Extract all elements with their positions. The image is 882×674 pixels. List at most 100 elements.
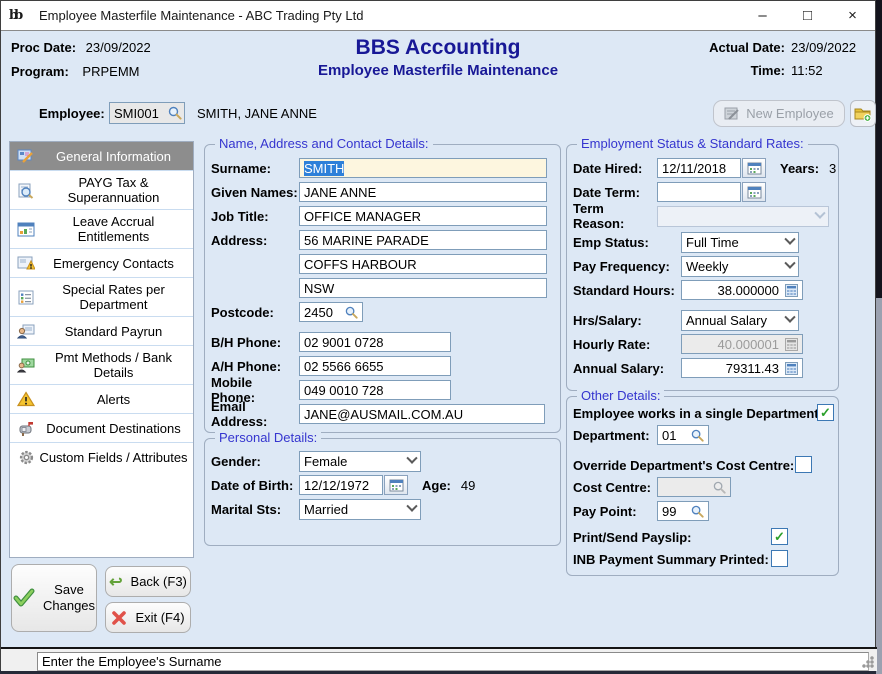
date-hired-label: Date Hired: <box>573 161 657 176</box>
form-edit-icon <box>14 146 38 166</box>
department-input[interactable]: 01 <box>657 425 709 445</box>
inb-summary-label: INB Payment Summary Printed: <box>573 552 769 567</box>
pay-point-input[interactable]: 99 <box>657 501 709 521</box>
desktop-background-strip <box>876 298 882 674</box>
marital-status-label: Marital Sts: <box>211 502 299 517</box>
close-button[interactable]: × <box>830 1 875 31</box>
sidebar-item-pmt-methods-bank-details[interactable]: Pmt Methods / Bank Details <box>10 346 193 385</box>
pay-frequency-value: Weekly <box>686 259 728 274</box>
sidebar-item-alerts[interactable]: Alerts <box>10 385 193 414</box>
print-payslip-checkbox[interactable] <box>771 528 788 545</box>
date-hired-input[interactable]: 12/11/2018 <box>657 158 741 178</box>
gender-select[interactable]: Female <box>299 451 421 472</box>
ah-phone-input[interactable]: 02 5566 6655 <box>299 356 451 376</box>
minimize-button[interactable]: – <box>740 1 785 31</box>
calculator-icon[interactable] <box>785 284 798 297</box>
bh-phone-input[interactable]: 02 9001 0728 <box>299 332 451 352</box>
sidebar-item-label: Document Destinations <box>38 421 189 436</box>
hrs-salary-select[interactable]: Annual Salary <box>681 310 799 331</box>
date-term-input[interactable] <box>657 182 741 202</box>
address-line1-input[interactable]: 56 MARINE PARADE <box>299 230 547 250</box>
chevron-down-icon <box>406 501 417 512</box>
sidebar-item-payg-tax-superannuation[interactable]: PAYG Tax & Superannuation <box>10 171 193 210</box>
department-value: 01 <box>662 428 676 443</box>
group-title: Name, Address and Contact Details: <box>215 136 433 151</box>
save-changes-button[interactable]: Save Changes <box>11 564 97 632</box>
years-label: Years: <box>780 161 819 176</box>
add-folder-button[interactable] <box>850 100 876 127</box>
chevron-down-icon <box>784 258 795 269</box>
search-icon[interactable] <box>168 106 182 120</box>
gender-value: Female <box>304 454 347 469</box>
job-title-input[interactable]: OFFICE MANAGER <box>299 206 547 226</box>
sidebar-item-label: Alerts <box>38 392 189 407</box>
standard-hours-input[interactable]: 38.000000 <box>681 280 803 300</box>
override-cost-centre-label: Override Department's Cost Centre: <box>573 458 794 473</box>
date-hired-value: 12/11/2018 <box>662 161 726 176</box>
postcode-input[interactable]: 2450 <box>299 302 363 322</box>
search-document-icon <box>14 180 38 200</box>
pay-frequency-select[interactable]: Weekly <box>681 256 799 277</box>
search-icon[interactable] <box>691 505 704 518</box>
exit-button[interactable]: Exit (F4) <box>105 602 191 633</box>
calendar-icon[interactable] <box>384 475 408 495</box>
header: Proc Date: 23/09/2022 Program: PRPEMM BB… <box>1 32 875 133</box>
single-department-checkbox[interactable] <box>817 404 834 421</box>
ah-phone-value: 02 5566 6655 <box>304 359 384 374</box>
given-names-label: Given Names: <box>211 185 299 200</box>
sidebar-item-special-rates-per-department[interactable]: Special Rates per Department <box>10 278 193 317</box>
address-line3-input[interactable]: NSW <box>299 278 547 298</box>
sidebar-item-label: Standard Payrun <box>38 324 189 339</box>
sidebar-item-emergency-contacts[interactable]: Emergency Contacts <box>10 249 193 278</box>
sidebar-item-document-destinations[interactable]: Document Destinations <box>10 414 193 443</box>
calendar-icon[interactable] <box>742 182 766 202</box>
marital-status-value: Married <box>304 502 348 517</box>
emp-status-label: Emp Status: <box>573 235 681 250</box>
address-line2-input[interactable]: COFFS HARBOUR <box>299 254 547 274</box>
dob-label: Date of Birth: <box>211 478 299 493</box>
search-icon[interactable] <box>345 306 358 319</box>
sidebar-item-leave-accrual-entitlements[interactable]: Leave Accrual Entitlements <box>10 210 193 249</box>
back-button[interactable]: ↩ Back (F3) <box>105 566 191 597</box>
email-input[interactable]: JANE@AUSMAIL.COM.AU <box>299 404 545 424</box>
dob-input[interactable]: 12/12/1972 <box>299 475 383 495</box>
address-line2-value: COFFS HARBOUR <box>304 257 417 272</box>
employee-name: SMITH, JANE ANNE <box>197 106 317 121</box>
given-names-input[interactable]: JANE ANNE <box>299 182 547 202</box>
surname-input[interactable]: SMITH <box>299 158 547 178</box>
annual-salary-value: 79311.43 <box>726 361 779 376</box>
annual-salary-input[interactable]: 79311.43 <box>681 358 803 378</box>
department-label: Department: <box>573 428 657 443</box>
standard-hours-label: Standard Hours: <box>573 283 681 298</box>
job-title-value: OFFICE MANAGER <box>304 209 421 224</box>
sidebar-item-label: General Information <box>38 149 189 164</box>
group-title: Personal Details: <box>215 430 321 445</box>
postcode-label: Postcode: <box>211 305 299 320</box>
employee-code-field[interactable]: SMI001 <box>109 102 185 124</box>
emp-status-value: Full Time <box>686 235 739 250</box>
maximize-button[interactable]: □ <box>785 1 830 31</box>
calculator-icon[interactable] <box>785 362 798 375</box>
standard-hours-value: 38.000000 <box>718 283 779 298</box>
term-reason-label: Term Reason: <box>573 201 657 231</box>
sidebar-item-label: Pmt Methods / Bank Details <box>38 350 189 380</box>
sidebar-item-standard-payrun[interactable]: Standard Payrun <box>10 317 193 346</box>
pay-point-value: 99 <box>662 504 676 519</box>
sidebar-item-label: Emergency Contacts <box>38 256 189 271</box>
emp-status-select[interactable]: Full Time <box>681 232 799 253</box>
mobile-phone-input[interactable]: 049 0010 728 <box>299 380 451 400</box>
employment-status-group: Employment Status & Standard Rates: Date… <box>566 144 839 391</box>
annual-salary-label: Annual Salary: <box>573 361 681 376</box>
sidebar-item-label: Special Rates per Department <box>38 282 189 312</box>
inb-summary-checkbox[interactable] <box>771 550 788 567</box>
marital-status-select[interactable]: Married <box>299 499 421 520</box>
search-icon[interactable] <box>691 429 704 442</box>
ah-phone-label: A/H Phone: <box>211 359 299 374</box>
calendar-icon[interactable] <box>742 158 766 178</box>
age-value: 49 <box>461 478 475 493</box>
override-cost-centre-checkbox[interactable] <box>795 456 812 473</box>
pay-frequency-label: Pay Frequency: <box>573 259 681 274</box>
sidebar-item-custom-fields-attributes[interactable]: Custom Fields / Attributes <box>10 443 193 471</box>
sidebar-item-general-information[interactable]: General Information <box>10 142 193 171</box>
resize-grip-icon[interactable] <box>862 656 874 668</box>
